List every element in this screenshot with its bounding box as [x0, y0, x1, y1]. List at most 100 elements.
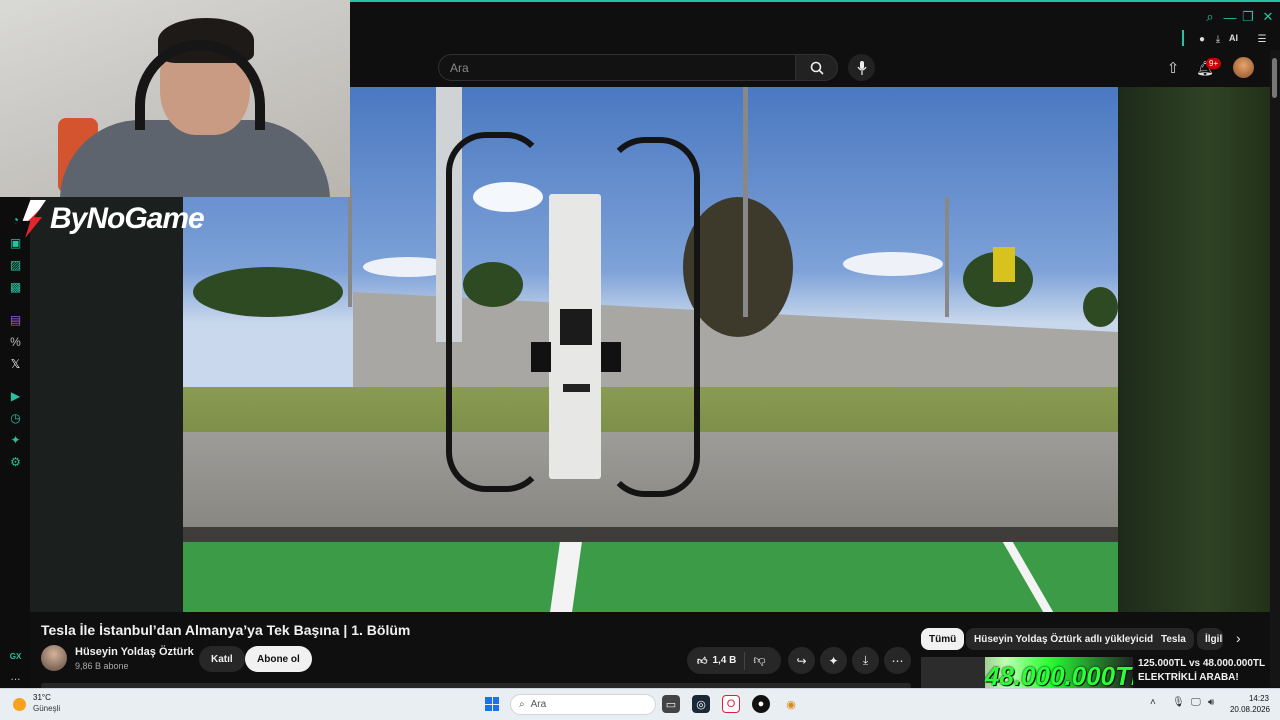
more-icon: ⋯ [891, 653, 904, 668]
bag-icon[interactable]: ▣ [9, 237, 22, 250]
recommendation-title[interactable]: 125.000TL vs 48.000.000TL ELEKTRİKLİ ARA… [1138, 657, 1268, 685]
scrollbar[interactable] [1270, 50, 1280, 687]
webcam-overlay [0, 0, 350, 197]
charger-screen [560, 309, 592, 345]
light-pole [348, 187, 352, 307]
charging-cable-right [605, 137, 700, 497]
join-button[interactable]: Katıl [199, 646, 245, 672]
search-icon[interactable]: ⌕ [1201, 8, 1219, 26]
chip-all[interactable]: Tümü [921, 628, 965, 650]
accent-divider [1182, 30, 1184, 46]
close-icon[interactable]: ✕ [1259, 8, 1277, 26]
more-icon[interactable]: ... [9, 670, 22, 683]
clock-icon[interactable]: ◷ [9, 412, 22, 425]
rec-title-line1: 125.000TL vs 48.000.000TL [1138, 658, 1266, 669]
channel-avatar[interactable] [41, 645, 67, 671]
thumb-text: 48.000.000TL [985, 661, 1133, 689]
chip-tesla[interactable]: Tesla [1153, 628, 1194, 650]
stripes-icon[interactable]: ▨ [9, 259, 22, 272]
search-input[interactable]: Ara [438, 54, 796, 81]
restore-icon[interactable]: ❐ [1239, 8, 1257, 26]
x-icon[interactable]: 𝕏 [9, 358, 22, 371]
volume-icon[interactable]: 🔊︎ [1208, 697, 1214, 708]
task-view-icon[interactable]: ▭ [662, 695, 680, 713]
ai-button[interactable]: AI [1229, 33, 1238, 43]
cloud [843, 252, 943, 276]
browser-titlebar: ⌕ — ❐ ✕ ● ⤓ AI ☰ [350, 0, 1280, 50]
search-icon: ⌕ [519, 699, 525, 710]
voice-search-button[interactable] [848, 54, 875, 81]
charger-plug-left [531, 342, 551, 372]
thumb-person [921, 657, 985, 689]
download-icon: ⤓ [862, 653, 869, 667]
more-actions-button[interactable]: ⋯ [884, 647, 911, 674]
chevron-right-icon[interactable]: › [1236, 630, 1241, 646]
channel-name[interactable]: Hüseyin Yoldaş Öztürk [75, 646, 194, 658]
thumbs-up-icon: 👍︎ [697, 655, 708, 667]
download-icon[interactable]: ⤓ [1209, 30, 1227, 48]
dislike-button[interactable]: 👎︎ [745, 653, 765, 668]
browser-sidebar: ◔ ▣ ▨ ▩ ▤ % 𝕏 ▶ ◷ ✦ ⚙ GX ... [0, 197, 30, 687]
charger-slot [563, 384, 590, 392]
notification-badge: 9+ [1206, 58, 1222, 69]
light-pole [743, 87, 748, 317]
charging-cable-left [446, 132, 546, 492]
parking-spot [183, 542, 1118, 612]
chip-related[interactable]: İlgili [1197, 628, 1223, 650]
share-icon: ↪ [796, 653, 807, 668]
tree [1083, 287, 1118, 327]
opera-gx-icon[interactable]: O [722, 695, 740, 713]
chip-uploader[interactable]: Hüseyin Yoldaş Öztürk adlı yükleyiciden [966, 628, 1173, 650]
video-title: Tesla İle İstanbul’dan Almanya’ya Tek Ba… [41, 622, 411, 638]
logo-text: ByNoGame [50, 202, 205, 235]
clock-time[interactable]: 14:23 [1247, 694, 1269, 703]
sparkle-icon: ✦ [828, 653, 839, 668]
windows-start-icon[interactable] [485, 697, 499, 711]
like-dislike-group: 👍︎ 1,4 B 👎︎ [687, 647, 781, 674]
gear-icon[interactable]: ⚙ [9, 456, 22, 469]
minimize-icon[interactable]: — [1221, 8, 1239, 26]
temperature[interactable]: 31°C [33, 693, 51, 702]
recommendation-thumbnail[interactable]: 48.000.000TL [921, 657, 1133, 689]
microphone-icon[interactable]: 🎙︎ [1172, 697, 1185, 708]
subscriber-count: 9,86 B abone [75, 661, 129, 671]
sign [993, 247, 1015, 282]
menu-icon[interactable]: ☰ [1253, 30, 1271, 48]
light-pole [945, 197, 949, 317]
bolt-icon [22, 200, 46, 238]
play-circle-icon[interactable]: ▶ [9, 390, 22, 403]
ambient-side-panel [1118, 87, 1270, 612]
search-icon [810, 61, 824, 75]
avatar[interactable] [1233, 57, 1254, 78]
audio-app-icon[interactable]: ◉ [782, 695, 800, 713]
download-button[interactable]: ⤓ [852, 647, 879, 674]
monitor-icon[interactable]: 🖵 [1191, 697, 1201, 708]
chevron-up-icon[interactable]: ˄ [1150, 697, 1156, 708]
m-icon[interactable]: ▩ [9, 281, 22, 294]
charger-plug-right [601, 342, 621, 372]
tree [193, 267, 343, 317]
scroll-thumb[interactable] [1272, 58, 1277, 98]
sun-icon[interactable] [13, 698, 26, 711]
weather-text[interactable]: Güneşli [33, 704, 60, 713]
like-button[interactable]: 👍︎ 1,4 B [687, 651, 746, 670]
app-icon[interactable]: ● [752, 695, 770, 713]
ask-button[interactable]: ✦ [820, 647, 847, 674]
like-count: 1,4 B [712, 655, 737, 666]
search-button[interactable] [795, 54, 838, 81]
upload-icon[interactable]: ⇧ [1164, 59, 1182, 77]
puzzle-icon[interactable]: ✦ [9, 434, 22, 447]
share-button[interactable]: ↪ [788, 647, 815, 674]
taskbar-search[interactable]: ⌕ Ara [510, 694, 656, 715]
rec-title-line2: ELEKTRİKLİ ARABA! [1138, 672, 1239, 683]
microphone-icon [857, 60, 866, 75]
taskbar-search-placeholder: Ara [530, 699, 547, 710]
twitch-icon[interactable]: ▤ [9, 314, 22, 327]
bynogame-logo: ByNoGame [20, 200, 205, 238]
percent-icon[interactable]: % [9, 336, 22, 349]
thumbs-down-icon: 👎︎ [753, 653, 766, 667]
gx-label[interactable]: GX [9, 650, 22, 663]
steam-icon[interactable]: ◎ [692, 695, 710, 713]
clock-date[interactable]: 20.08.2026 [1228, 705, 1270, 714]
subscribe-button[interactable]: Abone ol [245, 646, 312, 672]
